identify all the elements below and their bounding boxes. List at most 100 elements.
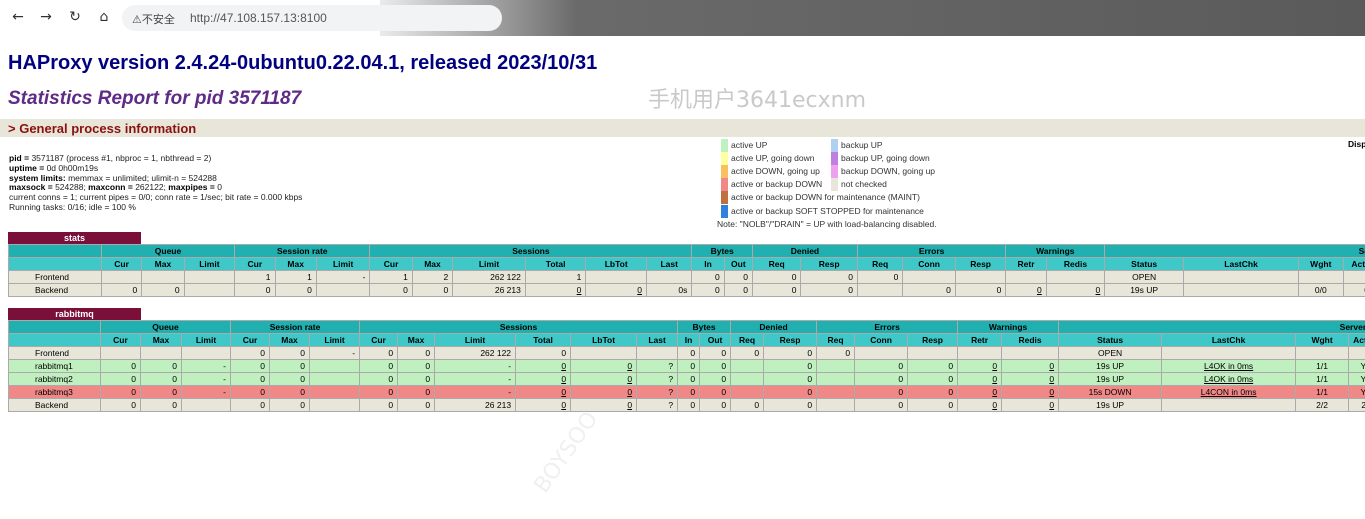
cell-cur [100, 346, 141, 360]
cell-req: 0 [751, 283, 802, 297]
header-blank [8, 257, 102, 271]
cell-retr: 0 [1005, 283, 1047, 297]
cell-limit [180, 398, 232, 412]
cell-wght: 2/2 [1295, 398, 1350, 412]
cell-in: 0 [677, 398, 701, 412]
cell-resp: 0 [907, 385, 959, 399]
cell-lastchk[interactable]: L4CON in 0ms [1161, 385, 1297, 399]
legend-item: active UP, going down [721, 152, 814, 165]
general-info-bar[interactable]: > General process information [0, 119, 1365, 137]
cell-max: 0 [269, 372, 311, 386]
insecure-badge[interactable]: ⚠不安全 [132, 11, 175, 27]
cell-lbtot: 0 [585, 283, 647, 297]
cell-redis: 0 [1001, 385, 1060, 399]
cell-lbtot: 0 [570, 398, 638, 412]
cell-wght [1295, 346, 1350, 360]
display-option-label: Disp [1348, 139, 1365, 149]
cell-in: 0 [691, 270, 725, 284]
subheader-limit: Limit [180, 333, 232, 347]
cell-out: 0 [699, 346, 732, 360]
subheader-max: Max [269, 333, 311, 347]
cell-req [816, 372, 856, 386]
cell-max: 0 [269, 359, 311, 373]
cell-resp: 0 [763, 385, 818, 399]
cell-status: 19s UP [1058, 398, 1163, 412]
table-row: Backend 0 0 0 0 0 0 26 213 0 0 0s 0 0 0 0 0 0 0 0 19s UP 0/0… [8, 283, 1365, 297]
table-row: Backend00000026 21300?0000000019s UP2/22 [8, 398, 1365, 412]
cell-lbtot [570, 346, 638, 360]
legend-item: active or backup DOWN [721, 178, 822, 191]
cell-req [730, 372, 765, 386]
subheader-act: Act [1348, 333, 1365, 347]
cell-out: 0 [699, 372, 732, 386]
cell-cur: 0 [359, 359, 399, 373]
cell-resp [954, 270, 1007, 284]
cell-last: 0s [645, 283, 693, 297]
cell-last [636, 346, 679, 360]
proxy-name-stats[interactable]: stats [8, 232, 141, 244]
cell-max: 0 [397, 346, 436, 360]
cell-lastchk[interactable] [1161, 346, 1297, 360]
subheader-out: Out [723, 257, 753, 271]
cell-lastchk[interactable] [1183, 270, 1300, 284]
process-info: pid = 3571187 (process #1, nbproc = 1, n… [9, 153, 302, 213]
table-row: rabbitmq3 0 0-0 0 0 0-0 0? 0 0 0 0 0 0 0 15s DOWN L4CON… [8, 385, 1365, 399]
cell-limit [309, 359, 361, 373]
cell-retr [1005, 270, 1047, 284]
row-name: Frontend [8, 346, 101, 360]
cell-out: 0 [699, 359, 732, 373]
cell-limit: - [180, 359, 232, 373]
cell-total: 0 [515, 359, 572, 373]
cell-limit: 262 122 [434, 346, 517, 360]
table-row: rabbitmq2 0 0-0 0 0 0-0 0? 0 0 0 0 0 0 0 19s UP L4OK in… [8, 372, 1365, 386]
cell-in: 0 [691, 283, 725, 297]
cell-redis [1001, 346, 1060, 360]
cell-max: 0 [140, 359, 182, 373]
home-icon[interactable]: ⌂ [96, 9, 112, 25]
cell-max: 2 [411, 270, 454, 284]
row-name[interactable]: rabbitmq1 [8, 359, 101, 373]
cell-req [730, 359, 765, 373]
cell-lastchk[interactable]: L4OK in 0ms [1161, 359, 1297, 373]
subheader-lbtot: LbTot [570, 333, 638, 347]
cell-retr: 0 [957, 385, 1003, 399]
subheader-status: Status [1058, 333, 1163, 347]
table-header-row: Queue Session rate Sessions Bytes Denied… [8, 244, 1365, 258]
row-name[interactable]: rabbitmq2 [8, 372, 101, 386]
subheader-max: Max [140, 333, 182, 347]
cell-lastchk[interactable]: L4OK in 0ms [1161, 372, 1297, 386]
forward-icon[interactable]: → [38, 9, 54, 25]
cell-redis: 0 [1001, 359, 1060, 373]
row-name[interactable]: rabbitmq3 [8, 385, 101, 399]
cell-cur: 0 [100, 283, 143, 297]
row-name: Backend [8, 398, 101, 412]
proxy-name-rabbitmq[interactable]: rabbitmq [8, 308, 141, 320]
row-name: Frontend [8, 270, 102, 284]
reload-icon[interactable]: ↻ [67, 9, 83, 25]
cell-act: Y [1348, 359, 1365, 373]
cell-req: 0 [730, 346, 765, 360]
cell-max: 1 [274, 270, 317, 284]
legend-item: backup DOWN, going up [831, 165, 935, 178]
cell-lastchk[interactable] [1183, 283, 1300, 297]
cell-max: 0 [397, 359, 436, 373]
url-text[interactable]: http://47.108.157.13:8100 [190, 11, 327, 25]
cell-wght: 0/0 [1298, 283, 1344, 297]
row-name: Backend [8, 283, 102, 297]
cell-cur: 1 [234, 270, 276, 284]
cell-status: 19s UP [1058, 372, 1163, 386]
page-title: HAProxy version 2.4.24-0ubuntu0.22.04.1,… [8, 52, 598, 74]
subheader-last: Last [636, 333, 679, 347]
legend-item: not checked [831, 178, 887, 191]
subheader-out: Out [699, 333, 732, 347]
legend-item: active or backup DOWN for maintenance (M… [721, 191, 920, 204]
subheader-last: Last [645, 257, 693, 271]
header-session-rate: Session rate [234, 244, 371, 258]
back-icon[interactable]: ← [10, 9, 26, 25]
cell-cur: 0 [359, 398, 399, 412]
cell-lastchk[interactable] [1161, 398, 1297, 412]
subheader-cur: Cur [100, 333, 141, 347]
cell-resp: 0 [954, 283, 1007, 297]
cell-limit [309, 372, 361, 386]
header-server: Se [1104, 244, 1365, 258]
